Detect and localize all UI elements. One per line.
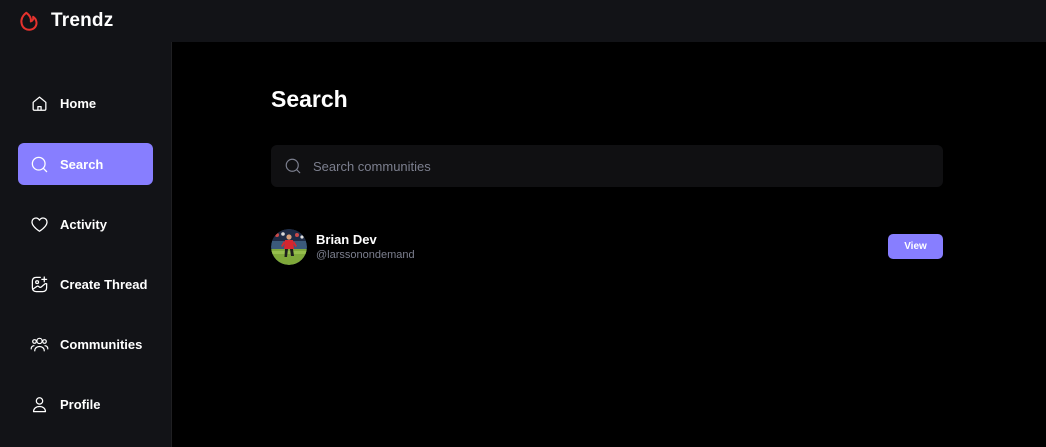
left-sidebar: Home Search Activity Create Thread Commu… [0, 42, 172, 447]
user-icon [30, 395, 49, 414]
community-handle: @larssonondemand [316, 249, 415, 261]
sidebar-item-label: Communities [60, 336, 143, 352]
sidebar-item-label: Create Thread [60, 276, 148, 292]
search-bar[interactable] [271, 145, 943, 187]
avatar[interactable] [271, 229, 307, 265]
home-icon [30, 94, 49, 113]
gallery-add-icon [30, 275, 49, 294]
users-icon [30, 335, 49, 354]
sidebar-item-search[interactable]: Search [18, 143, 153, 185]
flame-logo-icon[interactable] [18, 10, 40, 32]
page-title: Search [271, 86, 348, 112]
sidebar-item-profile[interactable]: Profile [18, 383, 153, 425]
sidebar-item-label: Home [60, 95, 97, 111]
community-name: Brian Dev [316, 232, 377, 247]
community-result-row: Brian Dev @larssonondemand View [271, 229, 943, 265]
app-name[interactable]: Trendz [51, 10, 113, 32]
search-icon [285, 158, 301, 174]
sidebar-item-label: Activity [60, 216, 107, 232]
search-icon [30, 155, 49, 174]
top-bar: Trendz [0, 0, 1046, 42]
sidebar-item-label: Profile [60, 396, 101, 412]
sidebar-item-create-thread[interactable]: Create Thread [18, 263, 153, 305]
sidebar-item-communities[interactable]: Communities [18, 323, 153, 365]
sidebar-item-home[interactable]: Home [18, 82, 153, 124]
sidebar-item-label: Search [60, 156, 104, 172]
search-input[interactable] [313, 145, 923, 187]
heart-icon [30, 215, 49, 234]
view-button[interactable]: View [888, 234, 943, 259]
sidebar-item-activity[interactable]: Activity [18, 203, 153, 245]
